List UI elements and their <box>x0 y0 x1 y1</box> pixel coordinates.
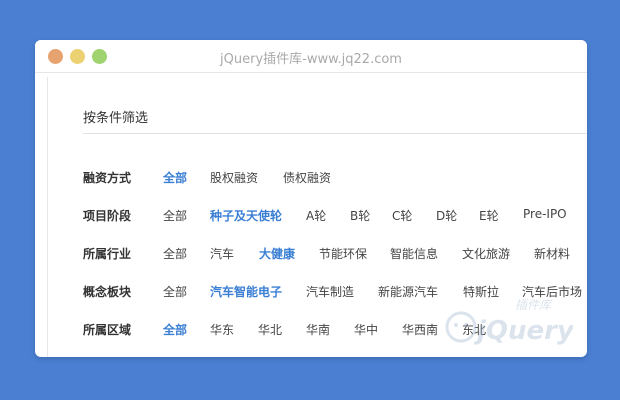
filter-divider <box>83 133 587 134</box>
filter-option[interactable]: C轮 <box>392 207 412 224</box>
filter-option[interactable]: 文化旅游 <box>462 245 510 262</box>
filter-option[interactable]: A轮 <box>306 207 326 224</box>
filter-option[interactable]: 汽车智能电子 <box>210 283 282 300</box>
filter-option[interactable]: 债权融资 <box>283 169 331 186</box>
browser-window: jQuery插件库-www.jq22.com 按条件筛选 融资方式 全部 股权融资债… <box>35 40 587 357</box>
filter-option[interactable]: 大健康 <box>259 245 295 262</box>
window-title: jQuery插件库-www.jq22.com <box>220 52 402 67</box>
watermark-text: jQuery <box>473 316 573 346</box>
filter-option[interactable]: 全部 <box>163 207 187 224</box>
watermark-subtext: 插件库 <box>515 298 553 312</box>
filter-option[interactable]: 华中 <box>354 321 378 338</box>
filter-option[interactable]: 股权融资 <box>210 169 258 186</box>
filter-row-label: 所属区域 <box>83 323 132 337</box>
filter-option[interactable]: E轮 <box>479 207 499 224</box>
filter-option[interactable]: 全部 <box>163 245 187 262</box>
filter-option[interactable]: 节能环保 <box>319 245 367 262</box>
filter-option[interactable]: 新能源汽车 <box>378 283 438 300</box>
filter-option[interactable]: 汽车 <box>210 245 234 262</box>
filter-row-label: 概念板块 <box>83 285 132 299</box>
jquery-logo-watermark: jQuery 插件库 <box>445 298 573 346</box>
title-bar: jQuery插件库-www.jq22.com <box>35 40 587 73</box>
filter-option[interactable]: 全部 <box>163 169 187 186</box>
filter-row-label: 项目阶段 <box>83 209 132 223</box>
filter-option[interactable]: Pre-IPO <box>523 207 567 221</box>
filter-option[interactable]: 华西南 <box>402 321 438 338</box>
filter-row-label: 融资方式 <box>83 171 132 185</box>
filter-option[interactable]: 新材料 <box>534 245 570 262</box>
filter-option[interactable]: 全部 <box>163 321 187 338</box>
filter-option[interactable]: 华南 <box>306 321 330 338</box>
filter-row-label: 所属行业 <box>83 247 132 261</box>
watermark-face-icon <box>445 311 477 343</box>
filter-option[interactable]: B轮 <box>350 207 370 224</box>
filter-option[interactable]: 华东 <box>210 321 234 338</box>
filter-option[interactable]: 种子及天使轮 <box>210 207 282 224</box>
filter-option[interactable]: 智能信息 <box>390 245 438 262</box>
filter-option[interactable]: 华北 <box>258 321 282 338</box>
filter-option[interactable]: 汽车制造 <box>306 283 354 300</box>
filter-option[interactable]: 全部 <box>163 283 187 300</box>
filter-option[interactable]: D轮 <box>436 207 457 224</box>
filter-heading: 按条件筛选 <box>83 111 149 126</box>
